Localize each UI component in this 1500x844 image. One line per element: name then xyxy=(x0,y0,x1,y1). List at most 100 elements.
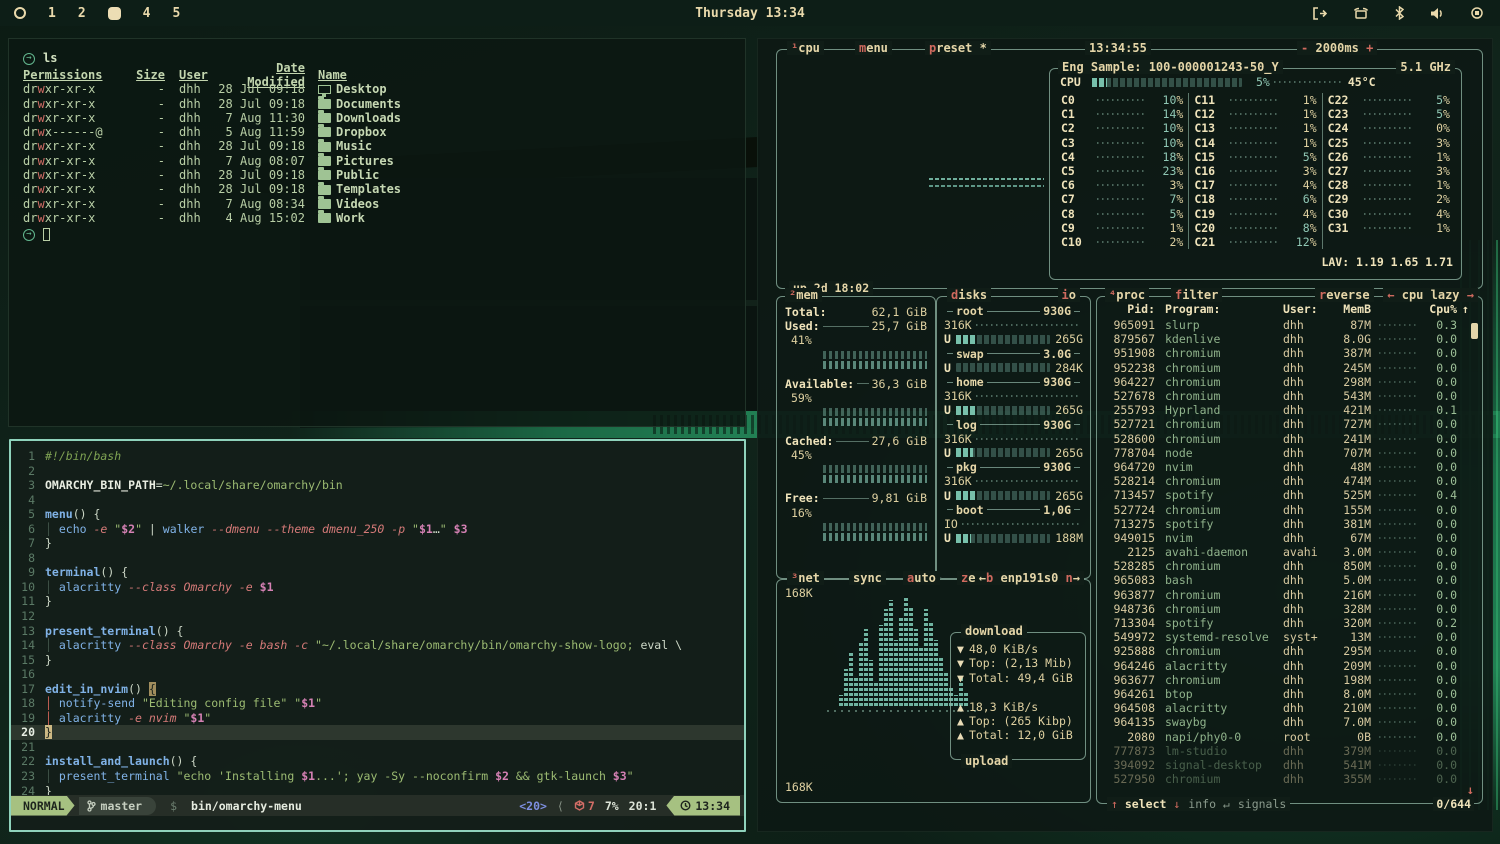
code-line-21: 21 xyxy=(11,740,744,755)
net-scale-top: 168K xyxy=(785,586,813,600)
col-user[interactable]: User: xyxy=(1283,302,1331,316)
process-row[interactable]: 713275spotifydhh381M0.0 xyxy=(1097,517,1482,531)
cpu-history-graph xyxy=(929,178,1044,190)
statusline-clock: 13:34 xyxy=(666,796,740,816)
process-row[interactable]: 2080napi/phy0-0root0B0.0 xyxy=(1097,729,1482,743)
ls-rows: drwxr-xr-x-dhh28 Jul 09:18Desktop drwxr-x… xyxy=(23,82,745,225)
header-size: Size xyxy=(135,68,165,82)
process-row[interactable]: 952238chromiumdhh245M0.0 xyxy=(1097,361,1482,375)
disk-items: root930G316KU265Gswap3.0GU284Khome930G31… xyxy=(937,297,1090,545)
process-row[interactable]: 528285chromiumdhh850M0.0 xyxy=(1097,559,1482,573)
process-row[interactable]: 964227chromiumdhh298M0.0 xyxy=(1097,375,1482,389)
process-row[interactable]: 925888chromiumdhh295M0.0 xyxy=(1097,644,1482,658)
code-line-16: 16 xyxy=(11,667,744,682)
process-row[interactable]: 2125avahi-daemonavahi3.0M0.0 xyxy=(1097,545,1482,559)
ls-row: drwxr-xr-x-dhh28 Jul 09:18Music xyxy=(23,139,745,153)
cpu-total-meter xyxy=(1092,78,1242,87)
core-row-C16: C163% xyxy=(1194,164,1316,178)
code-line-20: 20} xyxy=(11,725,744,740)
core-row-C18: C186% xyxy=(1194,192,1316,206)
signals-hint[interactable]: signals xyxy=(1238,797,1286,811)
process-row[interactable]: 713304spotifydhh320M0.2 xyxy=(1097,616,1482,630)
process-row[interactable]: 255793Hyprlanddhh421M0.1 xyxy=(1097,403,1482,417)
header-user: User xyxy=(179,68,215,82)
proc-panel-title[interactable]: ⁴proc xyxy=(1105,288,1149,302)
col-program[interactable]: Program: xyxy=(1155,302,1283,316)
process-row[interactable]: 527950chromiumdhh355M0.0 xyxy=(1097,772,1482,786)
process-row[interactable]: 964720nvimdhh48M0.0 xyxy=(1097,460,1482,474)
scroll-percent: 7% xyxy=(605,799,619,813)
process-row[interactable]: 527678chromiumdhh543M0.0 xyxy=(1097,389,1482,403)
git-branch-name: master xyxy=(101,799,143,813)
terminal-window-ls[interactable]: → ls Permissions Size User Date Modified… xyxy=(8,38,746,427)
core-row-C15: C155% xyxy=(1194,150,1316,164)
disks-panel-title[interactable]: disks xyxy=(947,288,991,302)
process-row[interactable]: 948736chromiumdhh328M0.0 xyxy=(1097,602,1482,616)
code-buffer[interactable]: 1#!/bin/bash23OMARCHY_BIN_PATH=~/.local/… xyxy=(11,441,744,798)
interface-selector[interactable]: ←b enp191s0 n→ xyxy=(975,571,1084,585)
process-row[interactable]: 964246alacrittydhh209M0.0 xyxy=(1097,659,1482,673)
core-row-C23: C235% xyxy=(1328,107,1450,121)
process-row[interactable]: 965083bashdhh5.0M0.0 xyxy=(1097,573,1482,587)
process-row[interactable]: 528214chromiumdhh474M0.0 xyxy=(1097,474,1482,488)
sync-button[interactable]: sync xyxy=(849,571,886,585)
load-average: LAV: 1.19 1.65 1.71 xyxy=(1321,255,1453,269)
sort-direction-icon[interactable]: ↑ xyxy=(1457,302,1469,316)
process-panel: ⁴proc filter reverse tree ← cpu lazy → P… xyxy=(1096,296,1483,804)
process-row[interactable]: 964508alacrittydhh210M0.0 xyxy=(1097,701,1482,715)
process-row[interactable]: 879567kdenlivedhh8.0G0.0 xyxy=(1097,332,1482,346)
core-row-C9: C91% xyxy=(1061,221,1183,235)
code-line-9: 9terminal() { xyxy=(11,565,744,580)
process-row[interactable]: 965091slurpdhh87M0.3 xyxy=(1097,318,1482,332)
code-line-8: 8 xyxy=(11,551,744,566)
ls-header-row: Permissions Size User Date Modified Name xyxy=(23,68,745,82)
proc-scrollbar-thumb[interactable] xyxy=(1471,323,1478,339)
memory-panel: ²mem Total:62,1 GiB Used:25,7 GiB41%Avai… xyxy=(776,296,936,579)
process-row[interactable]: 527721chromiumdhh727M0.0 xyxy=(1097,417,1482,431)
btop-window[interactable]: ¹cpu menu preset * 13:34:55 - 2000ms + u… xyxy=(757,38,1493,832)
folder-icon xyxy=(318,142,331,152)
code-line-4: 4 xyxy=(11,493,744,508)
filter-button[interactable]: filter xyxy=(1171,288,1222,302)
col-pid[interactable]: Pid: xyxy=(1105,302,1155,316)
process-row[interactable]: 963677chromiumdhh198M0.0 xyxy=(1097,673,1482,687)
process-row[interactable]: 777873lm-studiodhh379M0.0 xyxy=(1097,744,1482,758)
prompt-line-2[interactable]: → xyxy=(23,227,745,242)
process-row[interactable]: 527724chromiumdhh155M0.0 xyxy=(1097,502,1482,516)
process-row[interactable]: 964261btopdhh8.0M0.0 xyxy=(1097,687,1482,701)
git-branch-icon xyxy=(87,800,96,812)
mem-panel-title[interactable]: ²mem xyxy=(785,288,822,302)
net-panel-title[interactable]: ³net xyxy=(787,571,824,585)
ls-row: drwxr-xr-x-dhh28 Jul 09:18Desktop xyxy=(23,82,745,96)
reverse-button[interactable]: reverse xyxy=(1315,288,1374,302)
preset-button[interactable]: preset * xyxy=(925,41,991,55)
process-row[interactable]: 964135swaybgdhh7.0M0.0 xyxy=(1097,715,1482,729)
process-row[interactable]: 528600chromiumdhh241M0.0 xyxy=(1097,432,1482,446)
refresh-rate-control[interactable]: - 2000ms + xyxy=(1297,41,1377,55)
process-row[interactable]: 963877chromiumdhh216M0.0 xyxy=(1097,588,1482,602)
core-row-C14: C141% xyxy=(1194,136,1316,150)
process-row[interactable]: 778704nodedhh707M0.0 xyxy=(1097,446,1482,460)
col-memb[interactable]: MemB xyxy=(1331,302,1371,316)
process-row[interactable]: 713457spotifydhh525M0.4 xyxy=(1097,488,1482,502)
header-permissions: Permissions xyxy=(23,68,135,82)
ls-row: drwxr-xr-x-dhh28 Jul 09:18Public xyxy=(23,168,745,182)
info-hint[interactable]: info ↵ xyxy=(1188,797,1230,811)
folder-icon xyxy=(318,127,331,137)
col-cpu[interactable]: Cpu% xyxy=(1423,302,1457,316)
scroll-down-icon[interactable]: ↓ xyxy=(1467,783,1474,797)
core-row-C11: C111% xyxy=(1194,93,1316,107)
process-row[interactable]: 549972systemd-resolvesyst+13M0.0 xyxy=(1097,630,1482,644)
auto-button[interactable]: auto xyxy=(903,571,940,585)
menu-button[interactable]: menu xyxy=(855,41,892,55)
disk-swap: swap3.0G xyxy=(944,347,1083,361)
disks-panel: disks io root930G316KU265Gswap3.0GU284Kh… xyxy=(936,296,1091,579)
cpu-panel-title[interactable]: ¹cpu xyxy=(787,41,824,55)
sort-column-selector[interactable]: ← cpu lazy → xyxy=(1383,288,1478,302)
process-row[interactable]: 949015nvimdhh67M0.0 xyxy=(1097,531,1482,545)
io-mode-button[interactable]: io xyxy=(1058,288,1080,302)
process-row[interactable]: 394092signal-desktopdhh541M0.0 xyxy=(1097,758,1482,772)
process-row[interactable]: 951908chromiumdhh387M0.0 xyxy=(1097,346,1482,360)
core-row-C0: C010% xyxy=(1061,93,1183,107)
nvim-window[interactable]: 1#!/bin/bash23OMARCHY_BIN_PATH=~/.local/… xyxy=(9,439,746,832)
